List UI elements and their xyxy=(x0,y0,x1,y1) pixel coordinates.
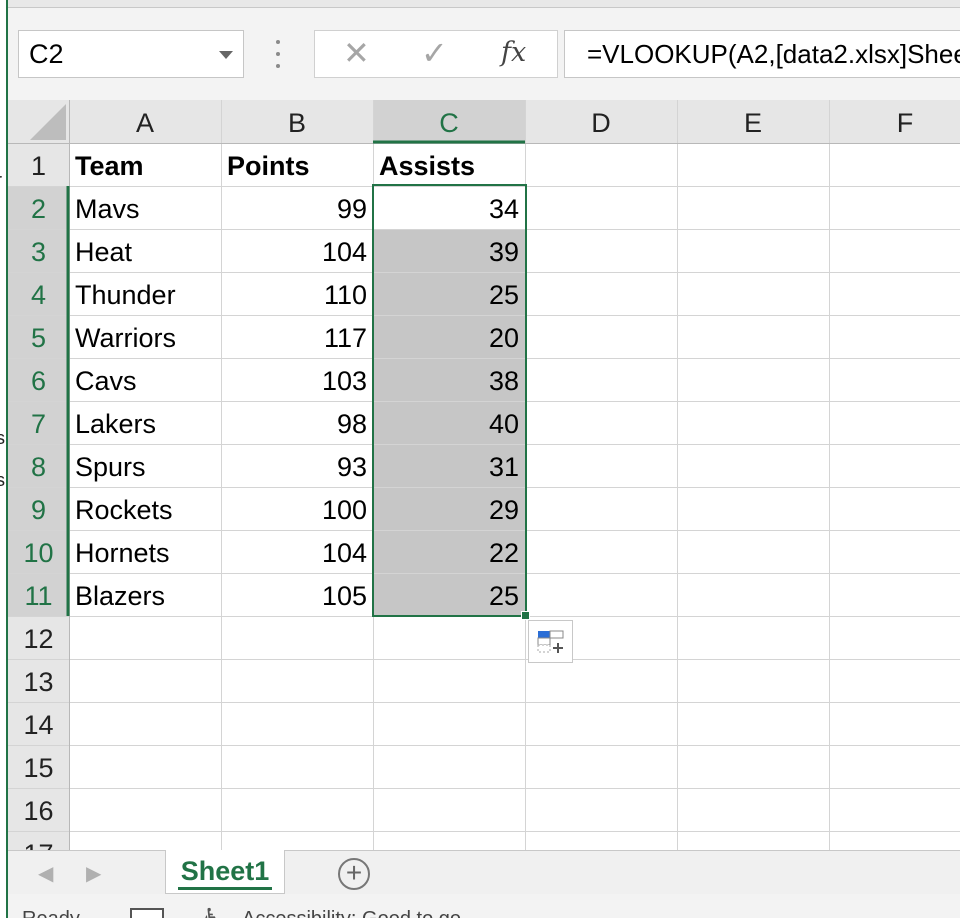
table-cell[interactable]: 31 xyxy=(373,444,525,487)
cancel-icon[interactable]: ✕ xyxy=(343,37,370,69)
table-cell[interactable]: Warriors xyxy=(69,315,221,358)
table-cell[interactable]: 39 xyxy=(373,229,525,272)
column-header-c[interactable]: C xyxy=(373,100,525,143)
table-cell[interactable]: 104 xyxy=(221,229,373,272)
table-cell[interactable]: 29 xyxy=(373,487,525,530)
table-cell[interactable]: 34 xyxy=(373,186,525,229)
column-header-e[interactable]: E xyxy=(677,100,829,143)
accessibility-status[interactable]: Accessibility: Good to go xyxy=(242,908,461,918)
column-header-f[interactable]: F xyxy=(829,100,960,143)
sheet-tab-bar: ◀ ▶ Sheet1 + xyxy=(8,850,960,894)
row-header-1[interactable]: 1 xyxy=(8,143,69,186)
table-cell[interactable]: 38 xyxy=(373,358,525,401)
formula-input[interactable]: =VLOOKUP(A2,[data2.xlsx]Sheet1!$A$2:$B$1… xyxy=(564,30,960,78)
edge-glyph: s xyxy=(0,428,5,448)
header-cell[interactable]: Points xyxy=(221,143,373,186)
worksheet-grid[interactable]: ABCDEF1234567891011121314151617TeamPoint… xyxy=(8,100,960,850)
quick-analysis-icon[interactable] xyxy=(528,620,573,663)
macro-record-icon[interactable] xyxy=(130,908,164,918)
table-cell[interactable]: 104 xyxy=(221,530,373,573)
row-header-9[interactable]: 9 xyxy=(8,487,69,530)
grip-icon[interactable] xyxy=(274,40,282,68)
header-cell[interactable]: Assists xyxy=(373,143,525,186)
table-cell[interactable]: 100 xyxy=(221,487,373,530)
chevron-down-icon[interactable] xyxy=(219,51,233,59)
row-header-12[interactable]: 12 xyxy=(8,616,69,659)
name-box[interactable]: C2 xyxy=(18,30,244,78)
left-window-edge: r s s xyxy=(0,0,8,918)
row-header-13[interactable]: 13 xyxy=(8,659,69,702)
row-header-6[interactable]: 6 xyxy=(8,358,69,401)
table-cell[interactable]: Thunder xyxy=(69,272,221,315)
edge-glyph: s xyxy=(0,470,5,490)
edge-glyph: r xyxy=(0,170,2,191)
row-header-2[interactable]: 2 xyxy=(8,186,69,229)
column-header-b[interactable]: B xyxy=(221,100,373,143)
name-box-value: C2 xyxy=(29,39,64,69)
table-cell[interactable]: Hornets xyxy=(69,530,221,573)
column-header-d[interactable]: D xyxy=(525,100,677,143)
row-header-8[interactable]: 8 xyxy=(8,444,69,487)
fill-handle[interactable] xyxy=(521,611,530,620)
row-header-3[interactable]: 3 xyxy=(8,229,69,272)
table-cell[interactable]: 93 xyxy=(221,444,373,487)
formula-buttons: ✕ ✓ fx xyxy=(314,30,558,78)
table-cell[interactable]: 25 xyxy=(373,573,525,616)
table-cell[interactable]: 25 xyxy=(373,272,525,315)
previous-sheet-icon[interactable]: ◀ xyxy=(38,861,53,886)
column-header-a[interactable]: A xyxy=(69,100,221,143)
formula-bar: C2 ✕ ✓ fx =VLOOKUP(A2,[data2.xlsx]Sheet1… xyxy=(8,8,960,100)
table-cell[interactable]: 22 xyxy=(373,530,525,573)
table-cell[interactable]: Cavs xyxy=(69,358,221,401)
next-sheet-icon[interactable]: ▶ xyxy=(86,861,101,886)
status-bar: Ready ♿ Accessibility: Good to go xyxy=(8,894,960,918)
status-ready: Ready xyxy=(22,908,80,918)
accessibility-icon[interactable]: ♿ xyxy=(202,904,222,918)
row-header-10[interactable]: 10 xyxy=(8,530,69,573)
row-header-11[interactable]: 11 xyxy=(8,573,69,616)
table-cell[interactable]: 110 xyxy=(221,272,373,315)
table-cell[interactable]: 103 xyxy=(221,358,373,401)
table-cell[interactable]: 99 xyxy=(221,186,373,229)
table-cell[interactable]: Lakers xyxy=(69,401,221,444)
row-header-15[interactable]: 15 xyxy=(8,745,69,788)
table-cell[interactable]: Blazers xyxy=(69,573,221,616)
table-cell[interactable]: Rockets xyxy=(69,487,221,530)
row-header-4[interactable]: 4 xyxy=(8,272,69,315)
add-sheet-icon[interactable]: + xyxy=(338,858,370,890)
table-cell[interactable]: Mavs xyxy=(69,186,221,229)
header-cell[interactable]: Team xyxy=(69,143,221,186)
enter-icon[interactable]: ✓ xyxy=(421,37,448,69)
table-cell[interactable]: 40 xyxy=(373,401,525,444)
row-header-16[interactable]: 16 xyxy=(8,788,69,831)
table-cell[interactable]: 105 xyxy=(221,573,373,616)
table-cell[interactable]: 20 xyxy=(373,315,525,358)
table-cell[interactable]: 98 xyxy=(221,401,373,444)
insert-function-icon[interactable]: fx xyxy=(501,39,526,66)
table-cell[interactable]: Heat xyxy=(69,229,221,272)
select-all-button[interactable] xyxy=(30,104,66,140)
ribbon-bottom-edge xyxy=(0,0,960,8)
table-cell[interactable]: 117 xyxy=(221,315,373,358)
table-cell[interactable]: Spurs xyxy=(69,444,221,487)
row-header-5[interactable]: 5 xyxy=(8,315,69,358)
tab-sheet1[interactable]: Sheet1 xyxy=(165,850,285,894)
row-header-17[interactable]: 17 xyxy=(8,831,69,850)
row-header-7[interactable]: 7 xyxy=(8,401,69,444)
row-header-14[interactable]: 14 xyxy=(8,702,69,745)
